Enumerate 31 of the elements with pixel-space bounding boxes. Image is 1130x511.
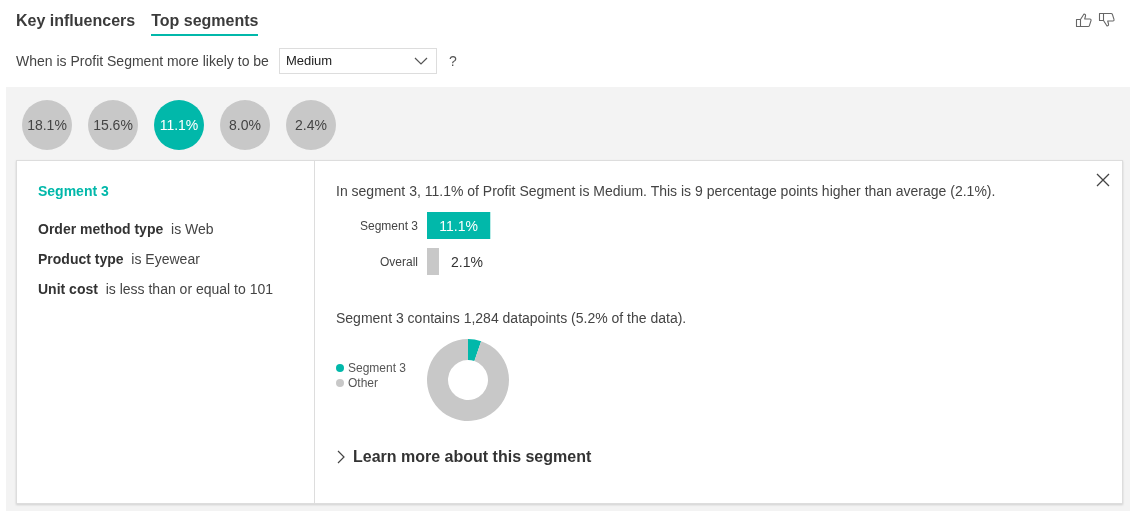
chevron-right-icon bbox=[336, 450, 346, 464]
datapoints-text: Segment 3 contains 1,284 datapoints (5.2% of the data). bbox=[336, 310, 688, 326]
chevron-down-icon bbox=[413, 56, 428, 65]
tab[interactable]: Key influencers bbox=[16, 10, 136, 36]
segment-title: Segment 3 bbox=[38, 183, 110, 199]
legend-label: Other bbox=[348, 375, 378, 390]
legend-dot bbox=[336, 378, 344, 387]
segment-bubble[interactable]: 18.1% bbox=[22, 100, 72, 150]
legend-label: Segment 3 bbox=[348, 360, 407, 375]
condition-text: Order method type is Web bbox=[38, 221, 215, 237]
summary-text: In segment 3, 11.1% of Profit Segment is Medium. This is 9 percentage points higher than average (2.1%). bbox=[336, 183, 997, 199]
condition-text: Product type is Eyewear bbox=[38, 251, 201, 267]
bar-label: Segment 3 bbox=[359, 219, 418, 233]
segment-bubble[interactable]: 8.0% bbox=[220, 100, 270, 150]
bar bbox=[427, 212, 491, 239]
value-label: 11.1% bbox=[439, 218, 478, 234]
learn-more-toggle[interactable]: Learn more about this segment bbox=[336, 448, 592, 466]
dropdown[interactable]: Medium bbox=[278, 47, 437, 74]
value-label: 2.1% bbox=[450, 254, 483, 270]
question-label: When is Profit Segment more likely to be bbox=[16, 52, 269, 69]
thumbs-up-icon[interactable] bbox=[1075, 12, 1093, 28]
segment-bubble[interactable]: 15.6% bbox=[88, 100, 138, 150]
help-link[interactable]: ? bbox=[448, 52, 457, 69]
bar-label: Overall bbox=[380, 255, 418, 269]
segment-bubble[interactable]: 2.4% bbox=[286, 100, 336, 150]
close-icon[interactable] bbox=[1096, 173, 1110, 187]
legend-dot bbox=[336, 363, 344, 372]
bar bbox=[427, 248, 439, 275]
condition-text: Unit cost is less than or equal to 101 bbox=[38, 281, 274, 297]
tab[interactable]: Top segments bbox=[151, 10, 259, 36]
thumbs-down-icon[interactable] bbox=[1098, 12, 1116, 28]
